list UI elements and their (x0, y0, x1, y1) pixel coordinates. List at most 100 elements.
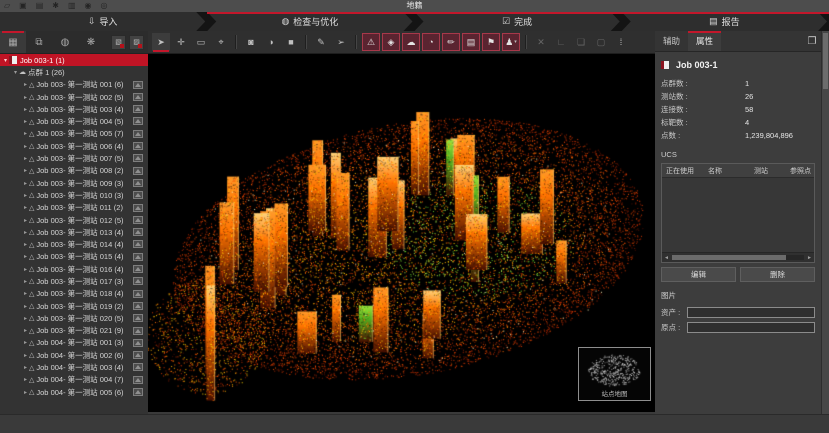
tree-item-station[interactable]: ▸△Job 003- 第一测站 011 (2) (0, 202, 148, 214)
expand-arrow-icon[interactable]: ▸ (22, 180, 29, 187)
toolbar-overflow-button-icon[interactable]: ⁞ (612, 33, 630, 51)
save-project-icon[interactable]: ▣ (19, 1, 27, 11)
origin-field[interactable] (687, 322, 815, 333)
ucs-column-header[interactable]: 名称 (704, 166, 750, 176)
zoom-window-tool-icon[interactable]: ⌖ (212, 33, 230, 51)
expand-arrow-icon[interactable]: ▸ (22, 339, 29, 346)
expand-arrow-icon[interactable]: ▸ (22, 290, 29, 297)
tree-item-station[interactable]: ▸△Job 003- 第一测站 004 (5) (0, 115, 148, 127)
tab-3d-view[interactable]: ◍ (52, 31, 78, 53)
pan-tool-icon[interactable]: ✛ (172, 33, 190, 51)
toggle-positions-icon[interactable]: ⚑ (482, 33, 500, 51)
toggle-scans-icon[interactable]: ◔ (422, 33, 440, 51)
tree-item-station[interactable]: ▸△Job 003- 第一测站 020 (5) (0, 312, 148, 324)
scan-thumbnail-icon[interactable] (133, 142, 143, 150)
station-minimap[interactable]: 站点地图 (578, 347, 651, 401)
window-select-tool-icon[interactable]: ▭ (192, 33, 210, 51)
ucs-column-header[interactable]: 测站 (750, 166, 786, 176)
tree-item-station[interactable]: ▸△Job 003- 第一测站 007 (5) (0, 152, 148, 164)
toggle-images-icon[interactable]: ▤ (462, 33, 480, 51)
tab-properties[interactable]: 属性 (688, 31, 721, 51)
scan-thumbnail-icon[interactable] (133, 216, 143, 224)
panel-scrollbar-thumb[interactable] (823, 33, 828, 89)
tree-item-station[interactable]: ▸△Job 004- 第一测站 004 (7) (0, 374, 148, 386)
expand-arrow-icon[interactable]: ▸ (22, 389, 29, 396)
expand-arrow-icon[interactable]: ▸ (22, 303, 29, 310)
pick-point-tool-icon[interactable]: ➢ (332, 33, 350, 51)
color-mode-button-icon[interactable]: ◑ (262, 33, 280, 51)
panel-vertical-scrollbar[interactable] (821, 31, 829, 415)
toggle-sketches-icon[interactable]: ✏ (442, 33, 460, 51)
tree-item-station[interactable]: ▸△Job 003- 第一测站 001 (6) (0, 79, 148, 91)
asset-field[interactable] (687, 307, 815, 318)
workflow-step-import[interactable]: ⇩ 导入 (0, 12, 205, 31)
select-tool-icon[interactable]: ➤ (152, 33, 170, 51)
tree-item-station[interactable]: ▸△Job 003- 第一测站 015 (4) (0, 251, 148, 263)
tree-item-station[interactable]: ▸△Job 004- 第一测站 005 (6) (0, 386, 148, 398)
measure-tool-icon[interactable]: ✎ (312, 33, 330, 51)
scroll-left-arrow[interactable]: ◄ (662, 253, 671, 262)
tree-item-station[interactable]: ▸△Job 004- 第一测站 003 (4) (0, 361, 148, 373)
dropdown-arrow-icon[interactable]: ▾ (514, 39, 517, 45)
tree-item-station[interactable]: ▸△Job 003- 第一测站 013 (4) (0, 226, 148, 238)
tree-item-station[interactable]: ▸△Job 003- 第一测站 003 (4) (0, 103, 148, 115)
workflow-step-finish[interactable]: ☑ 完成 (415, 12, 620, 31)
tree-item-station[interactable]: ▸△Job 003- 第一测站 018 (4) (0, 288, 148, 300)
tree-item-station[interactable]: ▸△Job 003- 第一测站 006 (4) (0, 140, 148, 152)
help-icon[interactable]: ◉ (85, 1, 92, 11)
scan-thumbnail-icon[interactable] (133, 388, 143, 396)
tree-item-station[interactable]: ▸△Job 003- 第一测站 005 (7) (0, 128, 148, 140)
expand-arrow-icon[interactable]: ▸ (22, 315, 29, 322)
expand-arrow-icon[interactable]: ▸ (22, 241, 29, 248)
expand-arrow-icon[interactable]: ▸ (22, 376, 29, 383)
tree-item-station[interactable]: ▸△Job 003- 第一测站 017 (3) (0, 275, 148, 287)
scan-thumbnail-icon[interactable] (133, 277, 143, 285)
open-project-icon[interactable]: ▱ (4, 1, 10, 11)
expand-arrow-icon[interactable]: ▸ (22, 327, 29, 334)
delete-button[interactable]: 删除 (740, 267, 815, 282)
scan-thumbnail-icon[interactable] (133, 130, 143, 138)
expand-arrow-icon[interactable]: ▸ (22, 204, 29, 211)
scan-thumbnail-icon[interactable] (133, 154, 143, 162)
expand-arrow-icon[interactable]: ▸ (22, 155, 29, 162)
tab-structure[interactable]: ▦ (0, 31, 26, 53)
scan-thumbnail-icon[interactable] (133, 117, 143, 125)
edit-button[interactable]: 编辑 (661, 267, 736, 282)
detach-panel-icon[interactable]: ❐ (803, 31, 821, 51)
ucs-column-header[interactable]: 正在使用 (662, 166, 704, 176)
point-cloud-viewport[interactable]: 站点地图 (148, 54, 655, 412)
scan-thumbnail-icon[interactable] (133, 339, 143, 347)
scan-thumbnail-icon[interactable] (133, 327, 143, 335)
import-data-icon[interactable]: ▤ (36, 1, 44, 11)
expand-arrow-icon[interactable]: ▸ (22, 106, 29, 113)
ucs-column-header[interactable]: 参照点 (786, 166, 814, 176)
scan-thumbnail-icon[interactable] (133, 81, 143, 89)
scan-thumbnail-icon[interactable] (133, 167, 143, 175)
scrollbar-thumb[interactable] (672, 255, 786, 260)
scan-thumbnail-icon[interactable] (133, 265, 143, 273)
tab-clipboard[interactable]: ⧉ (26, 31, 52, 53)
info-icon[interactable]: ◎ (101, 1, 108, 11)
delete-icon[interactable]: ▥ (68, 1, 76, 11)
expand-arrow-icon[interactable]: ▸ (22, 167, 29, 174)
expand-arrow-icon[interactable]: ▸ (22, 278, 29, 285)
toggle-labels-icon[interactable]: ◈ (382, 33, 400, 51)
toggle-point-cloud-icon[interactable]: ☁ (402, 33, 420, 51)
expand-arrow-icon[interactable]: ▸ (22, 81, 29, 88)
scan-thumbnail-icon[interactable] (133, 191, 143, 199)
expand-arrow-icon[interactable]: ▸ (22, 118, 29, 125)
expand-arrow-icon[interactable]: ▸ (22, 192, 29, 199)
expand-arrow-icon[interactable]: ▸ (22, 143, 29, 150)
tab-auxiliary[interactable]: 辅助 (655, 31, 688, 51)
tree-item-job-root[interactable]: ▾Job 003-1 (1) (0, 54, 148, 66)
scan-thumbnail-icon[interactable] (133, 228, 143, 236)
expand-arrow-icon[interactable]: ▸ (22, 229, 29, 236)
expand-arrow-icon[interactable]: ▸ (22, 94, 29, 101)
scan-thumbnail-icon[interactable] (133, 253, 143, 261)
tree-item-station[interactable]: ▸△Job 003- 第一测站 009 (3) (0, 177, 148, 189)
expand-arrow-icon[interactable]: ▾ (2, 57, 9, 64)
tree-item-station[interactable]: ▸△Job 003- 第一测站 019 (2) (0, 300, 148, 312)
tree-item-point-group[interactable]: ▾☁点群 1 (26) (0, 66, 148, 78)
expand-arrow-icon[interactable]: ▸ (22, 130, 29, 137)
scan-thumbnail-icon[interactable] (133, 105, 143, 113)
